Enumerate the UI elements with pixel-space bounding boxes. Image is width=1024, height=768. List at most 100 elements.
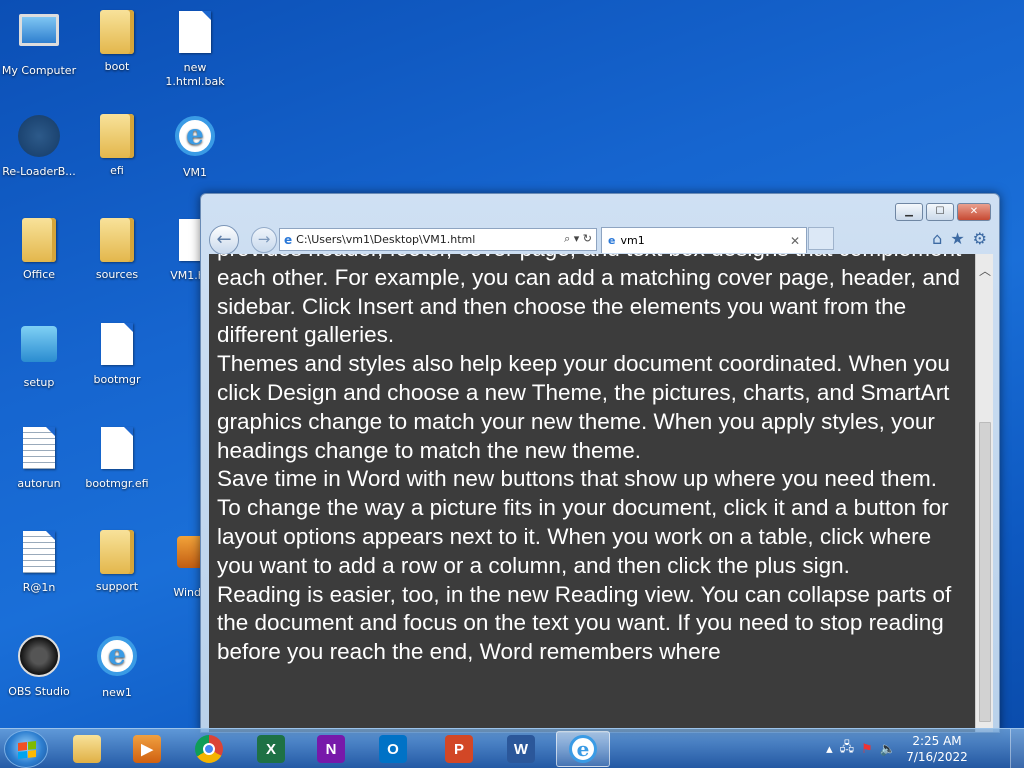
navigation-bar: ← → e C:\Users\vm1\Desktop\VM1.html ⌕ ▾ … xyxy=(209,224,991,255)
show-desktop-button[interactable] xyxy=(1010,729,1024,768)
vertical-scrollbar[interactable]: ︿ xyxy=(975,254,993,732)
desktop-icon-label: Re-LoaderB... xyxy=(2,165,76,178)
window-controls: ▁ ☐ ✕ xyxy=(895,203,991,221)
desktop-icon-vm1[interactable]: e VM1 xyxy=(156,112,234,180)
scroll-thumb[interactable] xyxy=(979,422,991,722)
desktop-icon-my-computer[interactable]: My Computer xyxy=(0,8,78,78)
folder-icon xyxy=(93,10,141,58)
scroll-up-arrow-icon[interactable]: ︿ xyxy=(976,262,994,279)
file-icon xyxy=(171,11,219,59)
taskbar-internet-explorer[interactable]: e xyxy=(556,731,610,767)
desktop-icon-setup[interactable]: setup xyxy=(0,320,78,390)
internet-explorer-icon: e xyxy=(171,116,219,164)
obs-icon xyxy=(15,635,63,683)
desktop-icon-boot[interactable]: boot xyxy=(78,8,156,74)
desktop-icon-r1n[interactable]: R@1n xyxy=(0,528,78,595)
taskbar-excel[interactable]: X xyxy=(244,731,298,767)
maximize-button[interactable]: ☐ xyxy=(926,203,954,221)
clock-time: 2:25 AM xyxy=(912,734,962,748)
page-icon: e xyxy=(608,234,616,247)
internet-explorer-icon: e xyxy=(569,735,597,763)
desktop-icon-autorun[interactable]: autorun xyxy=(0,424,78,491)
tab-title: vm1 xyxy=(620,234,645,247)
text-file-icon xyxy=(15,531,63,579)
minimize-button[interactable]: ▁ xyxy=(895,203,923,221)
folder-icon xyxy=(93,218,141,266)
folder-icon xyxy=(15,218,63,266)
taskbar-outlook[interactable]: O xyxy=(366,731,420,767)
desktop-icon-new-1-html-bak[interactable]: new 1.html.bak xyxy=(156,8,234,89)
folder-icon xyxy=(73,735,101,763)
search-icon[interactable]: ⌕ xyxy=(564,232,570,245)
desktop-icon-label: My Computer xyxy=(1,64,77,77)
desktop-icon-label: support xyxy=(95,580,139,593)
taskbar-word[interactable]: W xyxy=(494,731,548,767)
new-tab-button[interactable] xyxy=(808,227,834,250)
taskbar-explorer[interactable] xyxy=(60,731,114,767)
excel-icon: X xyxy=(257,735,285,763)
tab-close-icon[interactable]: ✕ xyxy=(790,234,800,248)
computer-icon xyxy=(15,14,63,62)
desktop-icon-re-loader[interactable]: Re-LoaderB... xyxy=(0,112,78,179)
setup-icon xyxy=(15,326,63,374)
onenote-icon: N xyxy=(317,735,345,763)
desktop-icon-label: sources xyxy=(95,268,139,281)
paragraph: Reading is easier, too, in the new Readi… xyxy=(217,581,952,665)
back-arrow-icon: ← xyxy=(216,229,232,250)
chevron-down-icon[interactable]: ▾ xyxy=(574,232,580,245)
desktop-icon-bootmgr-efi[interactable]: bootmgr.efi xyxy=(78,424,156,491)
start-button[interactable] xyxy=(4,730,48,768)
desktop-icon-label: bootmgr xyxy=(93,373,141,386)
desktop-icon-obs-studio[interactable]: OBS Studio xyxy=(0,632,78,699)
browser-window: ▁ ☐ ✕ ← → e C:\Users\vm1\Desktop\VM1.htm… xyxy=(200,193,1000,733)
back-button[interactable]: ← xyxy=(209,225,239,255)
flag-icon[interactable]: ⚑ xyxy=(861,742,873,757)
desktop-icon-label: R@1n xyxy=(22,581,56,594)
outlook-icon: O xyxy=(379,735,407,763)
network-icon[interactable]: 🖧 xyxy=(840,738,855,760)
show-hidden-icons-icon[interactable]: ▴ xyxy=(826,742,833,757)
taskbar: ▶ X N O P W e ▴ 🖧 ⚑ 🔈 2:25 AM 7/16/2022 xyxy=(0,728,1024,768)
paragraph: Themes and styles also help keep your do… xyxy=(217,351,950,463)
settings-file-icon xyxy=(15,427,63,475)
desktop-icon-label: bootmgr.efi xyxy=(85,477,149,490)
taskbar-onenote[interactable]: N xyxy=(304,731,358,767)
word-icon: W xyxy=(507,735,535,763)
windows-logo-icon xyxy=(18,741,36,759)
desktop-icon-label: autorun xyxy=(17,477,61,490)
forward-button[interactable]: → xyxy=(251,227,277,253)
clock-date: 7/16/2022 xyxy=(906,750,968,764)
system-tray: ▴ 🖧 ⚑ 🔈 xyxy=(826,729,896,768)
file-icon xyxy=(93,323,141,371)
desktop-icon-support[interactable]: support xyxy=(78,528,156,594)
forward-arrow-icon: → xyxy=(257,230,271,248)
desktop-icon-label: VM1 xyxy=(182,166,207,179)
close-button[interactable]: ✕ xyxy=(957,203,991,221)
desktop-icon-efi[interactable]: efi xyxy=(78,112,156,178)
chrome-icon xyxy=(195,735,223,763)
desktop-icon-label: OBS Studio xyxy=(8,685,70,698)
taskbar-powerpoint[interactable]: P xyxy=(432,731,486,767)
volume-icon[interactable]: 🔈 xyxy=(880,742,896,757)
desktop-icon-bootmgr[interactable]: bootmgr xyxy=(78,320,156,387)
refresh-icon[interactable]: ↻ xyxy=(583,232,592,245)
address-tools: ⌕ ▾ ↻ xyxy=(564,232,592,246)
address-text: C:\Users\vm1\Desktop\VM1.html xyxy=(296,233,476,246)
favorites-star-icon[interactable]: ★ xyxy=(950,229,964,248)
taskbar-media-player[interactable]: ▶ xyxy=(120,731,174,767)
internet-explorer-icon: e xyxy=(93,636,141,684)
desktop-icon-new1[interactable]: e new1 xyxy=(78,632,156,700)
flask-icon xyxy=(15,115,63,163)
desktop-icon-label: Office xyxy=(22,268,56,281)
desktop-icon-label: setup xyxy=(23,376,55,389)
desktop-icon-sources[interactable]: sources xyxy=(78,216,156,282)
home-icon[interactable]: ⌂ xyxy=(932,229,942,248)
desktop-icon-label: new 1.html.bak xyxy=(165,61,225,88)
taskbar-chrome[interactable] xyxy=(182,731,236,767)
tab-vm1[interactable]: e vm1 ✕ xyxy=(601,227,807,253)
desktop-icon-office[interactable]: Office xyxy=(0,216,78,282)
address-bar[interactable]: e C:\Users\vm1\Desktop\VM1.html ⌕ ▾ ↻ xyxy=(279,228,597,251)
folder-icon xyxy=(93,114,141,162)
gear-icon[interactable]: ⚙ xyxy=(973,229,987,248)
clock[interactable]: 2:25 AM 7/16/2022 xyxy=(902,733,972,765)
